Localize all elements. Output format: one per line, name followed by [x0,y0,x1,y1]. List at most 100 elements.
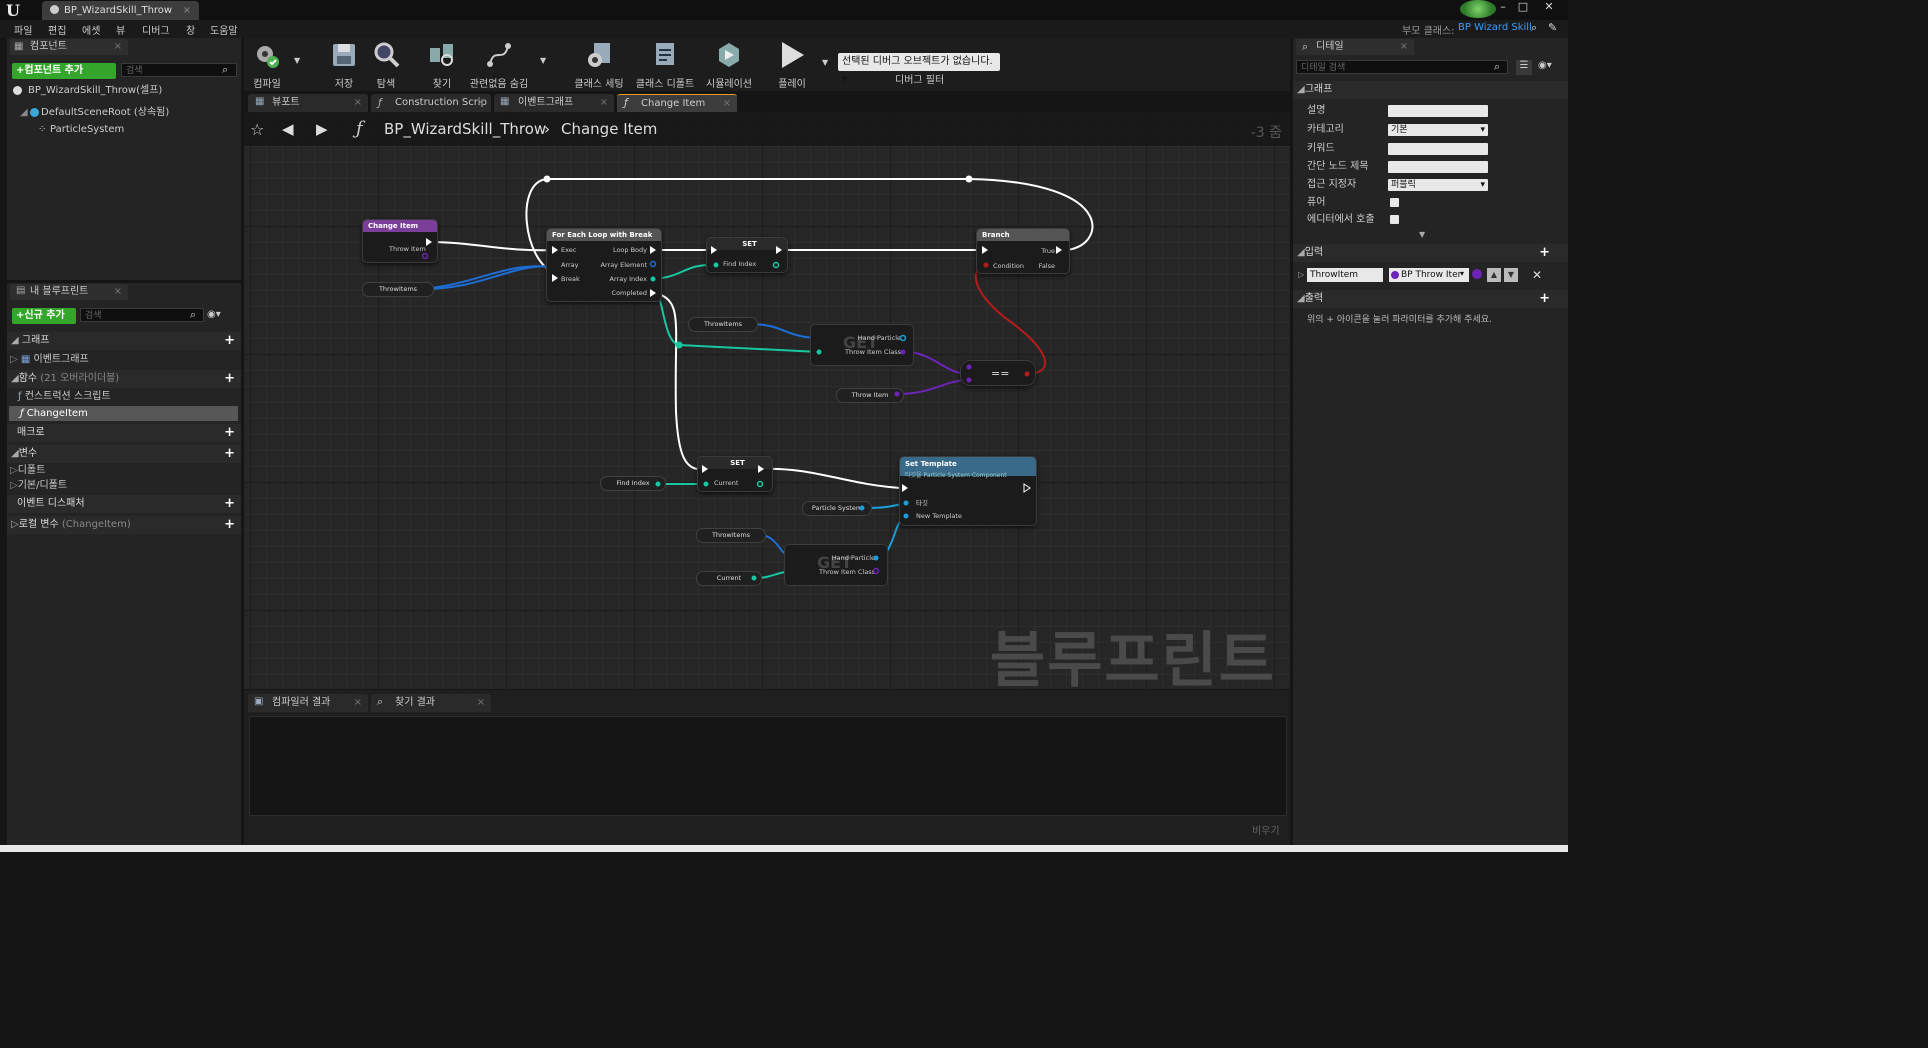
add-icon[interactable]: + [224,426,235,440]
branch-node[interactable]: Branch Condition True False [976,228,1070,274]
input-type-select[interactable]: BP Throw Iter [1389,268,1469,282]
dropdown-arrow-icon[interactable]: ▼ [294,56,300,65]
expand-arrow-icon[interactable]: ▼ [1419,230,1425,239]
my-blueprint-tab[interactable]: 내 블루프린트 × [10,284,128,300]
description-input[interactable] [1388,105,1488,117]
maximize-icon[interactable]: □ [1514,0,1532,14]
category-default[interactable]: ▷디폴트 [10,464,45,478]
find-button[interactable]: 찾기 [425,40,459,90]
move-up-icon[interactable]: ▲ [1487,268,1501,282]
close-icon[interactable]: × [477,694,485,712]
access-select[interactable]: 퍼블릭 ▾ [1388,179,1488,191]
section-variables[interactable]: ◢변수 + [7,445,241,463]
edit-icon[interactable]: ✎ [1548,21,1557,34]
call-in-editor-checkbox[interactable] [1390,215,1399,224]
move-down-icon[interactable]: ▼ [1504,268,1518,282]
section-macros[interactable]: 매크로 + [7,424,241,442]
simulation-button[interactable]: 시뮬레이션 [703,40,755,90]
blueprint-search-input[interactable]: 검색 [80,308,204,322]
close-icon[interactable]: × [723,95,731,113]
eye-icon[interactable]: ◉▾ [1538,60,1552,71]
remove-icon[interactable]: ✕ [1532,268,1542,282]
menu-debug[interactable]: 디버그 [142,22,170,37]
menu-view[interactable]: 뷰 [116,22,125,37]
details-search-input[interactable]: 디테일 검색 [1296,60,1508,74]
tab-viewport[interactable]: 뷰포트 × [248,94,368,112]
tab-compiler-results[interactable]: 컴파일러 결과 × [248,694,368,712]
add-new-button[interactable]: +신규 추가 [12,308,76,324]
class-settings-button[interactable]: 클래스 세팅 [573,40,625,90]
tab-event-graph[interactable]: 이벤트그래프 × [494,94,614,112]
component-item[interactable]: ParticleSystem [50,123,124,137]
blueprint-graph[interactable]: ☆ ◀ ▶ ƒ BP_WizardSkill_Throw › Change It… [244,112,1290,689]
close-window-icon[interactable]: ✕ [1540,0,1558,14]
close-icon[interactable]: × [183,1,191,20]
component-search-input[interactable]: 검색 [121,63,237,77]
menu-edit[interactable]: 편집 [48,22,66,37]
section-graph-details[interactable]: ◢그래프 [1293,81,1568,99]
clear-button[interactable]: 비우기 [1252,822,1280,837]
get-array-item-node[interactable]: GET Hand Particle Throw Item Class [784,544,888,586]
compile-button[interactable]: 컴파일 [250,40,284,90]
menu-asset[interactable]: 에셋 [82,22,100,37]
parent-class-link[interactable]: BP Wizard Skill [1458,22,1532,33]
variable-get-node[interactable]: ThrowItems [362,282,434,297]
add-icon[interactable]: + [224,372,235,386]
section-graph[interactable]: ◢ 그래프 + [7,332,241,350]
add-input-icon[interactable]: + [1539,246,1550,260]
event-graph-item[interactable]: ▷ ▦ 이벤트그래프 [10,353,89,367]
add-component-button[interactable]: +컴포넌트 추가 [12,63,116,79]
function-entry-node[interactable]: Change Item Throw Item [362,219,438,263]
construction-script-item[interactable]: ƒ 컨스트럭션 스크립트 [18,390,111,404]
close-icon[interactable]: × [114,284,122,300]
browse-button[interactable]: 탐색 [369,40,403,90]
foreach-loop-node[interactable]: For Each Loop with Break Exec Array Brea… [546,228,662,302]
variable-get-node[interactable]: Throw Item [836,388,904,403]
document-tab[interactable]: BP_WizardSkill_Throw × [42,1,199,20]
play-button[interactable]: 플레이 [775,40,809,90]
dropdown-arrow-icon[interactable]: ▼ [822,58,828,67]
variable-get-node[interactable]: Find Index [600,476,666,491]
eye-icon[interactable]: ◉▾ [207,309,221,320]
expand-arrow-icon[interactable]: ◢ [20,106,28,120]
tab-construction-script[interactable]: Construction Scrip × [371,94,491,112]
category-select[interactable]: 기본 ▾ [1388,124,1488,136]
expand-arrow-icon[interactable]: ▷ [1298,270,1304,279]
set-variable-node[interactable]: SET Find Index [706,237,788,273]
reroute-node[interactable] [675,341,683,349]
dropdown-arrow-icon[interactable]: ▾ [1460,269,1464,278]
reroute-node[interactable] [965,175,973,183]
add-icon[interactable]: + [224,334,235,348]
section-local-variables[interactable]: ▷로컬 변수 (ChangeItem) + [7,516,241,534]
close-icon[interactable]: × [114,39,122,55]
variable-get-node[interactable]: Current [696,571,762,586]
reroute-node[interactable] [543,175,551,183]
variable-get-node[interactable]: Particle System [802,501,872,516]
compact-title-input[interactable] [1388,161,1488,173]
close-icon[interactable]: × [354,694,362,712]
search-icon[interactable]: ⌕ [1531,21,1537,35]
category-basic-default[interactable]: ▷기본/디폴트 [10,479,67,493]
tab-change-item[interactable]: Change Item × [617,94,737,112]
section-inputs[interactable]: ◢입력 + [1293,244,1568,262]
menu-help[interactable]: 도움말 [210,22,238,37]
hide-unrelated-button[interactable]: 관련없음 숨김 [468,40,530,90]
pure-checkbox[interactable] [1390,198,1399,207]
dropdown-arrow-icon[interactable]: ▼ [540,56,546,65]
set-template-node[interactable]: Set Template 타깃을 Particle System Componen… [899,456,1037,526]
section-event-dispatchers[interactable]: 이벤트 디스패처 + [7,495,241,513]
unreal-logo-icon[interactable]: U [6,1,26,20]
save-button[interactable]: 저장 [327,40,361,90]
section-outputs[interactable]: ◢출력 + [1293,290,1568,308]
set-variable-node[interactable]: SET Current [697,456,773,492]
tab-find-results[interactable]: 찾기 결과 × [371,694,491,712]
components-tab[interactable]: 컴포넌트 × [10,39,128,55]
list-view-icon[interactable]: ☰ [1516,60,1532,75]
debug-object-select[interactable]: 선택된 디버그 오브젝트가 없습니다. ▾ [838,53,1000,85]
input-name-field[interactable]: ThrowItem [1307,268,1383,282]
close-icon[interactable]: × [354,94,362,112]
get-array-item-node[interactable]: GET Hand Particle Throw Item Class [810,324,914,366]
change-item-function[interactable]: ƒ ChangeItem [20,407,88,421]
add-icon[interactable]: + [224,447,235,461]
notification-icon[interactable] [1460,0,1496,18]
